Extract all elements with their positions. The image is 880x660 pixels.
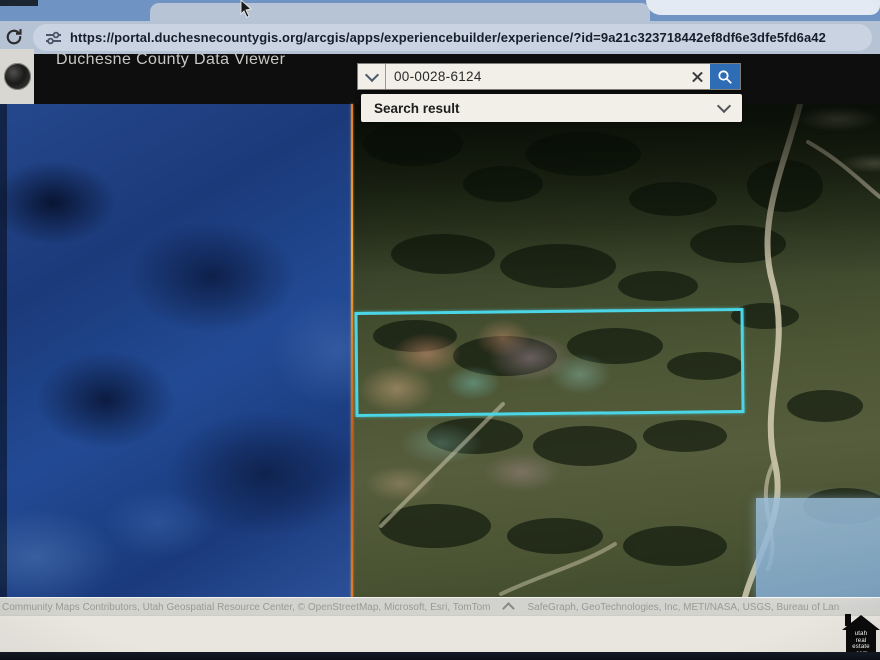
screen-bottom-edge — [0, 652, 880, 660]
browser-corner — [0, 0, 38, 6]
url-field[interactable]: https://portal.duchesnecountygis.org/arc… — [33, 24, 872, 51]
app-title: Duchesne County Data Viewer — [56, 51, 285, 69]
seal-icon — [4, 63, 31, 90]
clear-search-icon[interactable] — [684, 64, 710, 89]
chevron-down-icon — [717, 99, 731, 113]
search-icon — [717, 69, 733, 85]
watermark-line: estate — [852, 644, 870, 650]
screen-glare — [646, 0, 880, 15]
county-seal-logo — [0, 49, 34, 104]
search-submit-button[interactable] — [710, 64, 740, 89]
map-attribution-bar: Community Maps Contributors, Utah Geospa… — [0, 597, 880, 616]
search-input[interactable] — [386, 64, 684, 89]
chevron-down-icon — [364, 67, 378, 81]
map-canvas[interactable] — [0, 104, 880, 597]
map-layer-left[interactable] — [0, 104, 353, 597]
reload-icon[interactable] — [4, 27, 24, 47]
watermark-line: real — [856, 638, 867, 644]
search-result-label: Search result — [374, 101, 460, 116]
site-settings-icon[interactable] — [45, 31, 62, 45]
search-result-panel[interactable]: Search result — [361, 94, 742, 122]
search-type-dropdown[interactable] — [358, 64, 386, 89]
mouse-cursor-icon — [238, 0, 254, 18]
parcel-search-bar — [357, 63, 741, 90]
swipe-divider-handle[interactable] — [351, 104, 353, 597]
screen-glare-patch — [756, 498, 880, 598]
windows-taskbar — [0, 615, 880, 653]
attribution-collapse-icon[interactable] — [503, 602, 516, 615]
attribution-text-right: SafeGraph, GeoTechnologies, Inc, METI/NA… — [527, 602, 839, 613]
watermark-line: utah — [855, 631, 867, 637]
parcel-highlight — [354, 308, 744, 417]
url-text: https://portal.duchesnecountygis.org/arc… — [70, 30, 826, 45]
screen: https://portal.duchesnecountygis.org/arc… — [0, 0, 880, 660]
attribution-text-left: Community Maps Contributors, Utah Geospa… — [2, 602, 490, 613]
browser-active-tab[interactable] — [150, 3, 650, 21]
